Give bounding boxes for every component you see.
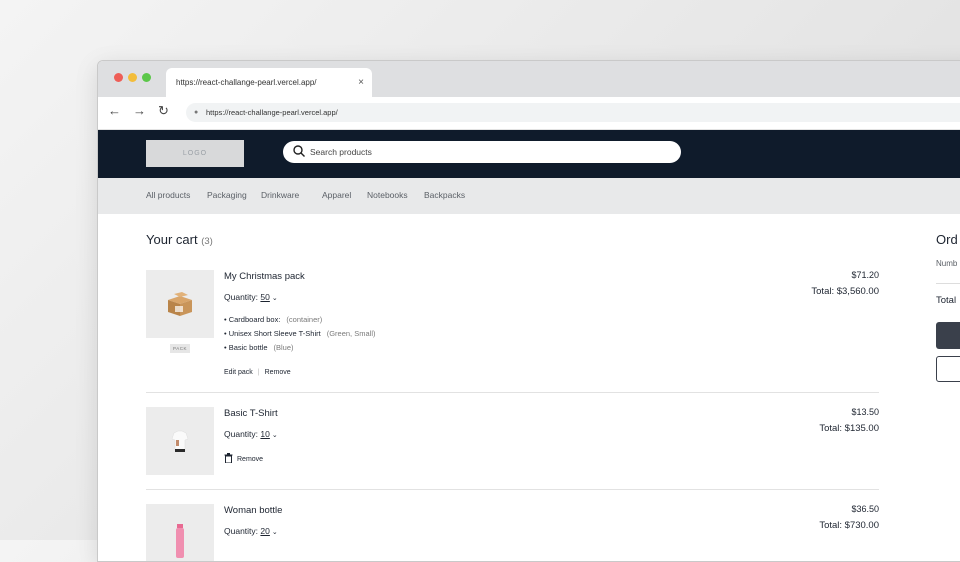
search-bar[interactable] (283, 141, 681, 163)
category-apparel[interactable]: Apparel (322, 190, 351, 200)
cart-item-basic-tshirt: Basic T-Shirt Quantity: 10 ⌄ $13.50 Total… (146, 407, 879, 487)
maximize-window-dot[interactable] (142, 73, 151, 82)
browser-window: https://react-challange-pearl.vercel.app… (97, 60, 960, 562)
url-text: https://react-challange-pearl.vercel.app… (206, 108, 338, 117)
category-backpacks[interactable]: Backpacks (424, 190, 465, 200)
remove-link[interactable]: Remove (237, 456, 263, 463)
quantity-value[interactable]: 20 (260, 526, 269, 536)
remove-action[interactable]: Remove (224, 453, 263, 464)
bottle-icon (176, 524, 184, 558)
trash-icon[interactable] (224, 453, 233, 464)
url-field[interactable]: ● https://react-challange-pearl.vercel.a… (186, 103, 960, 122)
order-number-label: Numb (936, 259, 958, 268)
cart-count: (3) (201, 236, 213, 247)
site-header: LOGO (98, 130, 960, 178)
order-summary-title: Ord (936, 232, 958, 247)
actions-separator: | (257, 369, 260, 376)
back-arrow-icon[interactable]: ← (108, 103, 121, 118)
chevron-down-icon[interactable]: ⌄ (272, 529, 278, 536)
product-thumbnail[interactable] (146, 504, 214, 561)
cart-item-christmas-pack: PACK My Christmas pack Quantity: 50 ⌄ $71… (146, 270, 879, 382)
site-logo[interactable]: LOGO (146, 140, 244, 167)
address-bar: ← → ↻ ● https://react-challange-pearl.ve… (98, 97, 960, 130)
tab-title: https://react-challange-pearl.vercel.app… (176, 78, 317, 87)
product-name[interactable]: My Christmas pack (224, 271, 305, 282)
item-actions: Edit pack | Remove (224, 369, 291, 376)
category-all-products[interactable]: All products (146, 190, 190, 200)
close-window-dot[interactable] (114, 73, 123, 82)
cart-item-woman-bottle: Woman bottle Quantity: 20 ⌄ $36.50 Total:… (146, 504, 879, 561)
quantity-label: Quantity: (224, 526, 259, 536)
line-total: Total: $3,560.00 (811, 286, 879, 297)
remove-link[interactable]: Remove (265, 369, 291, 376)
search-input[interactable] (310, 141, 650, 163)
item-divider (146, 489, 879, 490)
product-name[interactable]: Basic T-Shirt (224, 408, 278, 419)
minimize-window-dot[interactable] (128, 73, 137, 82)
category-notebooks[interactable]: Notebooks (367, 190, 408, 200)
quantity-value[interactable]: 50 (260, 292, 269, 302)
cart-title-text: Your cart (146, 232, 198, 247)
quantity-value[interactable]: 10 (260, 429, 269, 439)
category-packaging[interactable]: Packaging (207, 190, 247, 200)
reload-icon[interactable]: ↻ (158, 103, 169, 119)
chevron-down-icon[interactable]: ⌄ (272, 432, 278, 439)
line-total: Total: $135.00 (819, 423, 879, 434)
tshirt-icon (171, 430, 189, 452)
secondary-button[interactable] (936, 356, 960, 382)
pack-content-item: • Unisex Short Sleeve T-Shirt (Green, Sma… (224, 329, 376, 338)
line-total: Total: $730.00 (819, 520, 879, 531)
search-icon (293, 145, 305, 157)
order-total-label: Total (936, 295, 957, 306)
category-nav: All products Packaging Drinkware Apparel… (98, 178, 960, 214)
forward-arrow-icon[interactable]: → (133, 103, 146, 118)
product-name[interactable]: Woman bottle (224, 505, 282, 516)
chevron-down-icon[interactable]: ⌄ (272, 295, 278, 302)
unit-price: $36.50 (851, 504, 879, 514)
close-tab-icon[interactable]: × (358, 68, 364, 97)
cart-title: Your cart (3) (146, 232, 213, 247)
quantity-selector[interactable]: Quantity: 50 ⌄ (224, 292, 278, 302)
item-divider (146, 392, 879, 393)
product-thumbnail[interactable] (146, 407, 214, 475)
checkout-button[interactable] (936, 322, 960, 349)
edit-pack-link[interactable]: Edit pack (224, 369, 253, 376)
unit-price: $71.20 (851, 270, 879, 280)
quantity-label: Quantity: (224, 292, 259, 302)
quantity-selector[interactable]: Quantity: 10 ⌄ (224, 429, 278, 439)
pack-content-item: • Cardboard box: (container) (224, 315, 323, 324)
unit-price: $13.50 (851, 407, 879, 417)
quantity-label: Quantity: (224, 429, 259, 439)
tab-bar: https://react-challange-pearl.vercel.app… (98, 61, 960, 97)
lock-icon: ● (194, 109, 199, 116)
pack-content-item: • Basic bottle (Blue) (224, 343, 294, 352)
product-thumbnail[interactable] (146, 270, 214, 338)
pack-badge: PACK (170, 344, 190, 353)
box-pack-icon (168, 292, 192, 316)
summary-divider (936, 283, 960, 284)
browser-tab[interactable]: https://react-challange-pearl.vercel.app… (166, 68, 372, 97)
category-drinkware[interactable]: Drinkware (261, 190, 299, 200)
quantity-selector[interactable]: Quantity: 20 ⌄ (224, 526, 278, 536)
